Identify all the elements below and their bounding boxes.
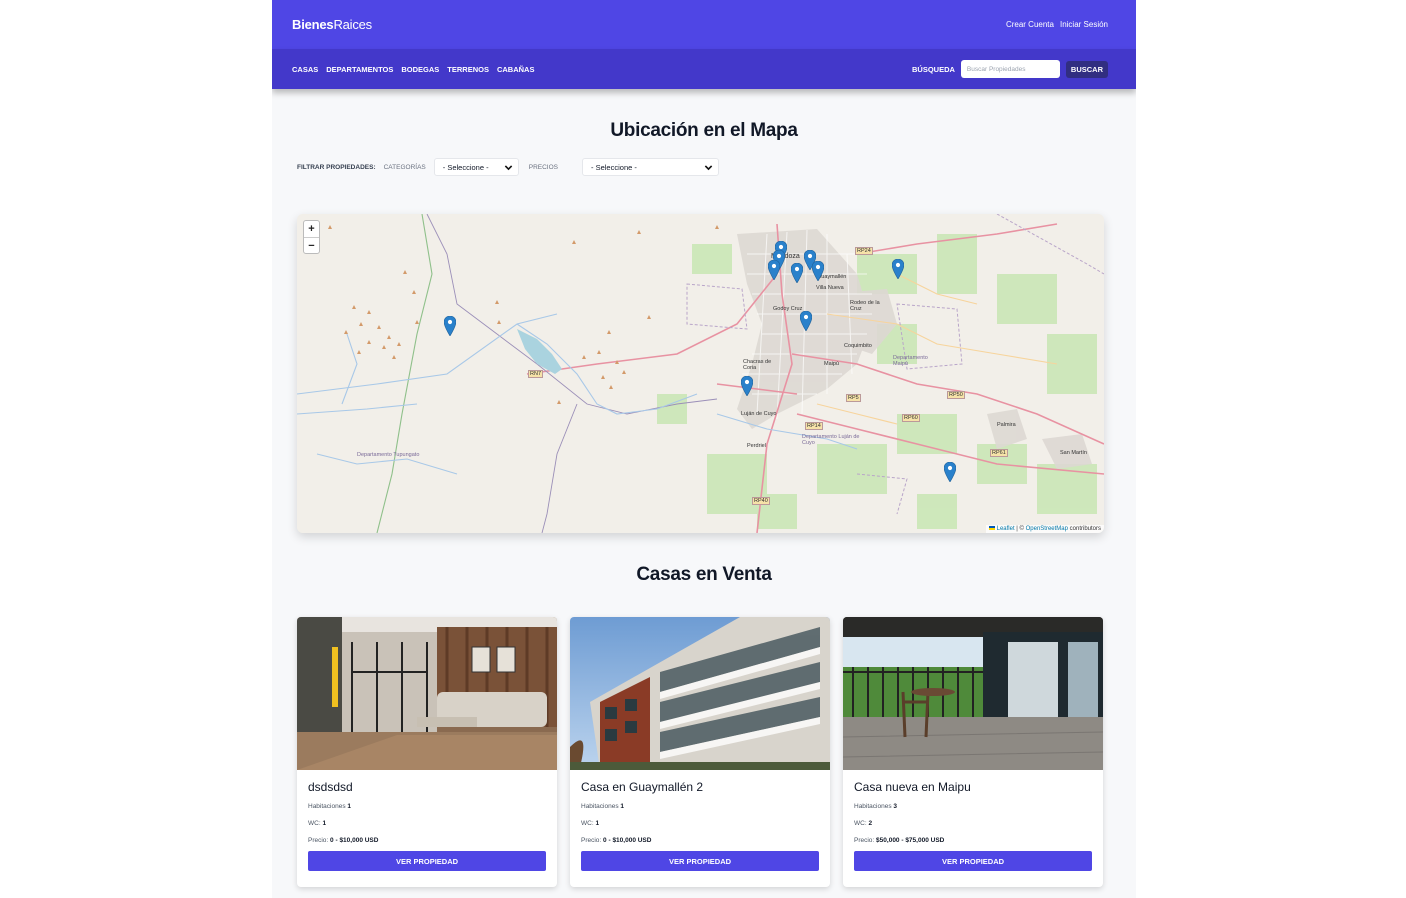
card-body: Casa en Guaymallén 2 Habitaciones 1 WC: …	[570, 770, 830, 871]
map-marker-icon[interactable]	[768, 260, 780, 280]
property-cards: dsdsdsd Habitaciones 1 WC: 1 Precio: 0 -…	[297, 617, 1103, 887]
map-marker-icon[interactable]	[444, 316, 456, 336]
prices-select-value: - Seleccione -	[591, 162, 637, 172]
wc-label: WC:	[854, 820, 867, 827]
card-body: Casa nueva en Maipu Habitaciones 3 WC: 2…	[843, 770, 1103, 871]
zoom-in-button[interactable]: +	[304, 221, 319, 237]
map-markers	[297, 214, 1104, 533]
property-image-building	[570, 617, 830, 770]
site-header: BienesRaices Crear Cuenta Iniciar Sesión…	[272, 0, 1136, 89]
property-title: Casa en Guaymallén 2	[581, 780, 704, 794]
map-marker-icon[interactable]	[892, 259, 904, 279]
map-section-title: Ubicación en el Mapa	[610, 120, 798, 141]
prices-select[interactable]: - Seleccione -	[582, 158, 720, 176]
property-title: dsdsdsd	[308, 780, 353, 794]
rooms-value: 1	[347, 803, 352, 810]
chevron-down-icon	[704, 165, 713, 171]
header-top-bar: BienesRaices Crear Cuenta Iniciar Sesión	[272, 0, 1136, 49]
attribution-tail: contributors	[1067, 526, 1101, 532]
property-map[interactable]: Mendoza Guaymallén Villa Nueva Rodeo de …	[297, 214, 1104, 533]
price-value: 0 - $10,000 USD	[330, 837, 379, 844]
property-wc: WC: 1	[581, 820, 819, 827]
property-rooms: Habitaciones 1	[581, 803, 819, 810]
map-marker-icon[interactable]	[791, 263, 803, 283]
wc-label: WC:	[581, 820, 594, 827]
rooms-label: Habitaciones	[581, 803, 619, 810]
price-label: Precio:	[308, 837, 329, 844]
chevron-down-icon	[504, 165, 512, 171]
search-label: BÚSQUEDA	[911, 64, 955, 74]
rooms-label: Habitaciones	[308, 803, 346, 810]
property-rooms: Habitaciones 3	[854, 803, 1092, 810]
wc-label: WC:	[308, 820, 321, 827]
osm-link[interactable]: OpenStreetMap	[1026, 526, 1068, 532]
categories-label: Categorías	[383, 163, 426, 171]
price-value: $50,000 - $75,000 USD	[876, 837, 945, 844]
property-card: dsdsdsd Habitaciones 1 WC: 1 Precio: 0 -…	[297, 617, 557, 887]
categories-select[interactable]: - Seleccione -	[433, 158, 519, 176]
wc-value: 1	[595, 820, 600, 827]
property-wc: WC: 2	[854, 820, 1092, 827]
wc-value: 1	[322, 820, 327, 827]
page: BienesRaices Crear Cuenta Iniciar Sesión…	[272, 0, 1136, 898]
rooms-value: 1	[620, 803, 625, 810]
nav-item-departamentos[interactable]: Departamentos	[326, 65, 393, 74]
property-image-living-room	[297, 617, 557, 770]
map-marker-icon[interactable]	[944, 462, 956, 482]
search-input[interactable]	[960, 60, 1060, 78]
prices-label: Precios	[528, 163, 559, 171]
map-marker-icon[interactable]	[800, 311, 812, 331]
auth-links: Crear Cuenta Iniciar Sesión	[1006, 20, 1108, 29]
nav-item-casas[interactable]: Casas	[292, 65, 318, 74]
login-link[interactable]: Iniciar Sesión	[1060, 20, 1108, 29]
zoom-control: + −	[303, 220, 320, 254]
wc-value: 2	[868, 820, 873, 827]
price-label: Precio:	[581, 837, 602, 844]
property-price: Precio: 0 - $10,000 USD	[308, 837, 546, 844]
property-image-terrace	[843, 617, 1103, 770]
price-label: Precio:	[854, 837, 875, 844]
rooms-label: Habitaciones	[854, 803, 892, 810]
ukraine-flag-icon	[988, 526, 995, 531]
property-price: Precio: 0 - $10,000 USD	[581, 837, 819, 844]
view-property-button[interactable]: Ver Propiedad	[581, 851, 819, 871]
card-body: dsdsdsd Habitaciones 1 WC: 1 Precio: 0 -…	[297, 770, 557, 871]
property-card: Casa en Guaymallén 2 Habitaciones 1 WC: …	[570, 617, 830, 887]
categories-select-value: - Seleccione -	[442, 162, 489, 172]
main-nav-bar: Casas Departamentos Bodegas Terrenos Cab…	[272, 49, 1136, 89]
logo[interactable]: BienesRaices	[292, 17, 372, 32]
zoom-out-button[interactable]: −	[304, 237, 319, 253]
map-attribution: Leaflet | © OpenStreetMap contributors	[985, 525, 1104, 533]
map-marker-icon[interactable]	[812, 261, 824, 281]
view-property-button[interactable]: Ver Propiedad	[308, 851, 546, 871]
property-card: Casa nueva en Maipu Habitaciones 3 WC: 2…	[843, 617, 1103, 887]
search-button[interactable]: BUSCAR	[1065, 60, 1108, 78]
leaflet-link[interactable]: Leaflet	[997, 526, 1015, 532]
listings-title: Casas en Venta	[636, 564, 772, 585]
nav-item-cabanas[interactable]: Cabañas	[497, 65, 535, 74]
map-marker-icon[interactable]	[741, 376, 753, 396]
search-area: BÚSQUEDA BUSCAR	[912, 60, 1108, 78]
create-account-link[interactable]: Crear Cuenta	[1006, 20, 1054, 29]
property-rooms: Habitaciones 1	[308, 803, 546, 810]
filter-label: FILTRAR PROPIEDADES:	[297, 163, 376, 171]
view-property-button[interactable]: Ver Propiedad	[854, 851, 1092, 871]
property-price: Precio: $50,000 - $75,000 USD	[854, 837, 1092, 844]
property-wc: WC: 1	[308, 820, 546, 827]
rooms-value: 3	[893, 803, 898, 810]
attribution-separator: | ©	[1014, 526, 1026, 532]
filters-bar: FILTRAR PROPIEDADES: Categorías - Selecc…	[297, 158, 1136, 176]
nav-item-bodegas[interactable]: Bodegas	[401, 65, 439, 74]
nav-item-terrenos[interactable]: Terrenos	[447, 65, 489, 74]
category-nav: Casas Departamentos Bodegas Terrenos Cab…	[292, 65, 534, 74]
price-value: 0 - $10,000 USD	[603, 837, 652, 844]
property-title: Casa nueva en Maipu	[854, 780, 971, 794]
